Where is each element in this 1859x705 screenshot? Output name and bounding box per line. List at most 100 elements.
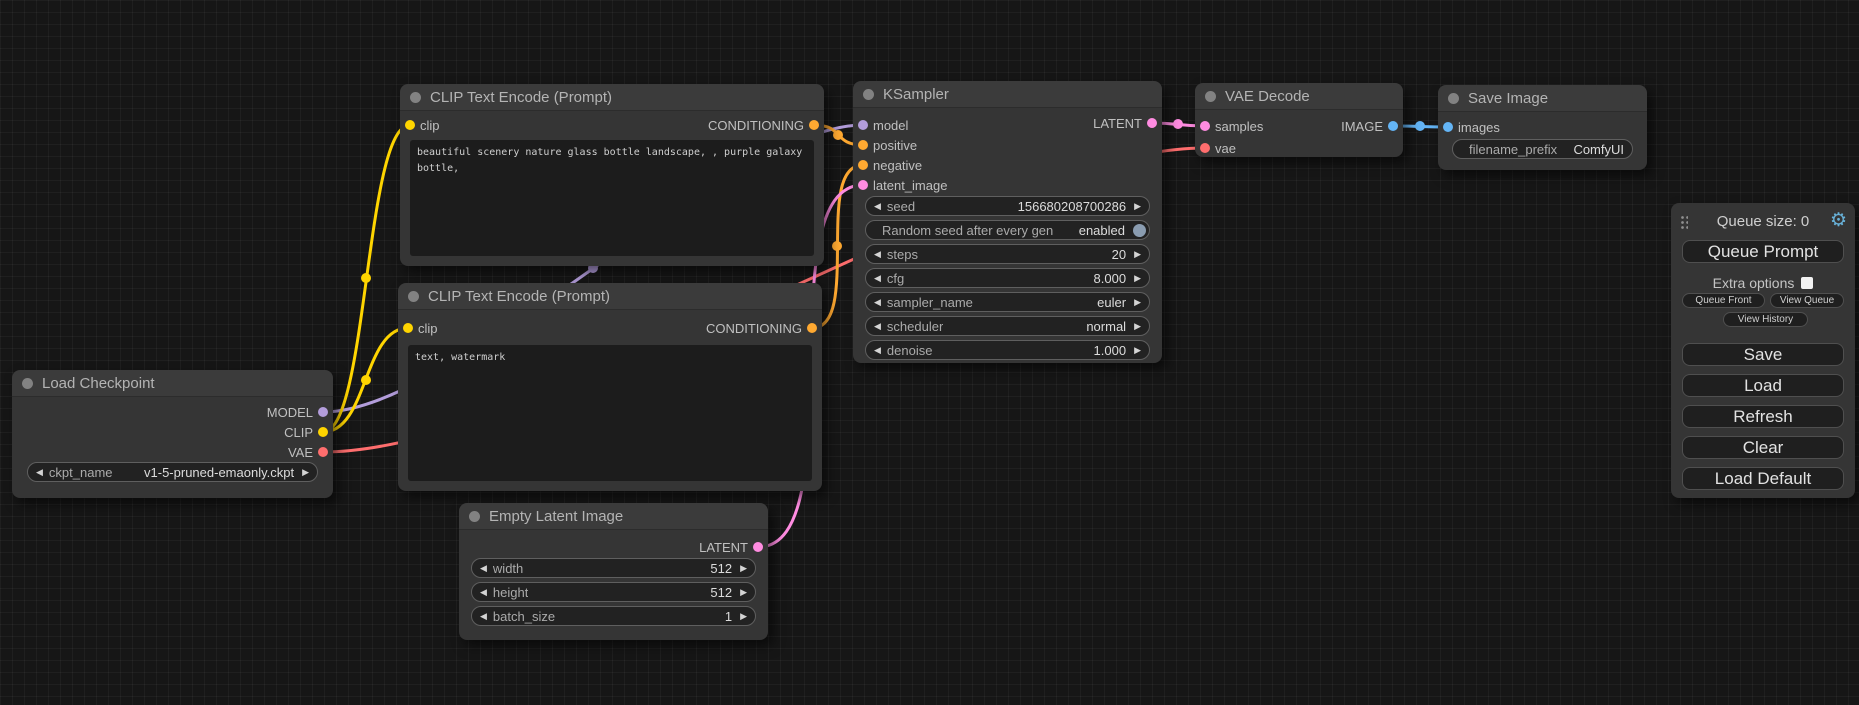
increment-arrow-icon[interactable]: ▶ <box>740 564 747 573</box>
clip-input-port-icon[interactable] <box>405 120 415 130</box>
collapse-dot-icon[interactable] <box>1448 93 1459 104</box>
decrement-arrow-icon[interactable]: ◀ <box>36 468 43 477</box>
settings-gear-icon[interactable]: ⚙ <box>1830 209 1847 232</box>
queue-prompt-button[interactable]: Queue Prompt <box>1682 240 1844 263</box>
widget-width[interactable]: ◀width512▶ <box>471 558 756 578</box>
input-slot-label: model <box>873 118 908 133</box>
node-title: Save Image <box>1468 90 1548 107</box>
images-input-port-icon[interactable] <box>1443 122 1453 132</box>
node-graph-canvas[interactable]: Load CheckpointMODELCLIPVAE◀ckpt_namev1-… <box>0 0 1859 705</box>
node-title-bar[interactable]: Save Image <box>1438 85 1647 112</box>
widget-height[interactable]: ◀height512▶ <box>471 582 756 602</box>
collapse-dot-icon[interactable] <box>410 92 421 103</box>
widget-filename-prefix[interactable]: filename_prefixComfyUI <box>1452 139 1633 159</box>
queue-front-button[interactable]: Queue Front <box>1682 293 1765 308</box>
latent_image-input-port-icon[interactable] <box>858 180 868 190</box>
decrement-arrow-icon[interactable]: ◀ <box>874 202 881 211</box>
increment-arrow-icon[interactable]: ▶ <box>1134 274 1141 283</box>
widget-ckpt-name[interactable]: ◀ckpt_namev1-5-pruned-emaonly.ckpt▶ <box>27 462 318 482</box>
increment-arrow-icon[interactable]: ▶ <box>1134 250 1141 259</box>
decrement-arrow-icon[interactable]: ◀ <box>480 612 487 621</box>
view-queue-button[interactable]: View Queue <box>1770 293 1844 308</box>
collapse-dot-icon[interactable] <box>469 511 480 522</box>
increment-arrow-icon[interactable]: ▶ <box>740 612 747 621</box>
prompt-text-area[interactable] <box>410 140 814 256</box>
increment-arrow-icon[interactable]: ▶ <box>1134 202 1141 211</box>
CONDITIONING-output-port-icon[interactable] <box>807 323 817 333</box>
load-button[interactable]: Load <box>1682 374 1844 397</box>
widget-batch-size[interactable]: ◀batch_size1▶ <box>471 606 756 626</box>
decrement-arrow-icon[interactable]: ◀ <box>874 346 881 355</box>
IMAGE-output-port-icon[interactable] <box>1388 121 1398 131</box>
widget-scheduler[interactable]: ◀schedulernormal▶ <box>865 316 1150 336</box>
toggle-knob-icon[interactable] <box>1133 224 1146 237</box>
queue-panel[interactable]: Queue size: 0 ⚙ Queue Prompt Extra optio… <box>1671 203 1855 498</box>
widget-value: 8.000 <box>1094 271 1127 286</box>
refresh-button[interactable]: Refresh <box>1682 405 1844 428</box>
clear-button[interactable]: Clear <box>1682 436 1844 459</box>
node-title-bar[interactable]: Empty Latent Image <box>459 503 768 530</box>
decrement-arrow-icon[interactable]: ◀ <box>480 564 487 573</box>
node-title-bar[interactable]: KSampler <box>853 81 1162 108</box>
collapse-dot-icon[interactable] <box>863 89 874 100</box>
widget-sampler-name[interactable]: ◀sampler_nameeuler▶ <box>865 292 1150 312</box>
save-button[interactable]: Save <box>1682 343 1844 366</box>
prompt-text-area[interactable] <box>408 345 812 481</box>
increment-arrow-icon[interactable]: ▶ <box>302 468 309 477</box>
increment-arrow-icon[interactable]: ▶ <box>740 588 747 597</box>
increment-arrow-icon[interactable]: ▶ <box>1134 298 1141 307</box>
collapse-dot-icon[interactable] <box>1205 91 1216 102</box>
link-midpoint-dot[interactable] <box>1415 121 1425 131</box>
view-history-button[interactable]: View History <box>1723 312 1808 327</box>
node-empty-latent[interactable]: Empty Latent ImageLATENT◀width512▶◀heigh… <box>459 503 768 640</box>
node-clip-encode-negative[interactable]: CLIP Text Encode (Prompt)clipCONDITIONIN… <box>398 283 822 491</box>
widget-cfg[interactable]: ◀cfg8.000▶ <box>865 268 1150 288</box>
queue-panel-header: Queue size: 0 ⚙ <box>1671 211 1855 235</box>
input-slot-label: positive <box>873 138 917 153</box>
collapse-dot-icon[interactable] <box>408 291 419 302</box>
model-input-port-icon[interactable] <box>858 120 868 130</box>
link-midpoint-dot[interactable] <box>361 375 371 385</box>
node-vae-decode[interactable]: VAE DecodesamplesvaeIMAGE <box>1195 83 1403 157</box>
decrement-arrow-icon[interactable]: ◀ <box>874 298 881 307</box>
widget-steps[interactable]: ◀steps20▶ <box>865 244 1150 264</box>
node-save-image[interactable]: Save Imageimagesfilename_prefixComfyUI <box>1438 85 1647 170</box>
node-clip-encode-positive[interactable]: CLIP Text Encode (Prompt)clipCONDITIONIN… <box>400 84 824 266</box>
extra-options-checkbox[interactable] <box>1801 277 1813 289</box>
decrement-arrow-icon[interactable]: ◀ <box>480 588 487 597</box>
node-ksampler[interactable]: KSamplermodelpositivenegativelatent_imag… <box>853 81 1162 363</box>
node-title-bar[interactable]: CLIP Text Encode (Prompt) <box>398 283 822 310</box>
increment-arrow-icon[interactable]: ▶ <box>1134 346 1141 355</box>
output-slot-VAE: VAE <box>288 443 333 461</box>
node-title-bar[interactable]: VAE Decode <box>1195 83 1403 110</box>
increment-arrow-icon[interactable]: ▶ <box>1134 322 1141 331</box>
decrement-arrow-icon[interactable]: ◀ <box>874 250 881 259</box>
link-midpoint-dot[interactable] <box>833 130 843 140</box>
CLIP-output-port-icon[interactable] <box>318 427 328 437</box>
decrement-arrow-icon[interactable]: ◀ <box>874 322 881 331</box>
link-midpoint-dot[interactable] <box>361 273 371 283</box>
queue-size-label: Queue size: 0 <box>1671 213 1855 230</box>
widget-seed[interactable]: ◀seed156680208700286▶ <box>865 196 1150 216</box>
positive-input-port-icon[interactable] <box>858 140 868 150</box>
node-load-checkpoint[interactable]: Load CheckpointMODELCLIPVAE◀ckpt_namev1-… <box>12 370 333 498</box>
LATENT-output-port-icon[interactable] <box>1147 118 1157 128</box>
negative-input-port-icon[interactable] <box>858 160 868 170</box>
input-slot-label: samples <box>1215 119 1263 134</box>
clip-input-port-icon[interactable] <box>403 323 413 333</box>
link-midpoint-dot[interactable] <box>1173 119 1183 129</box>
decrement-arrow-icon[interactable]: ◀ <box>874 274 881 283</box>
samples-input-port-icon[interactable] <box>1200 121 1210 131</box>
widget-denoise[interactable]: ◀denoise1.000▶ <box>865 340 1150 360</box>
LATENT-output-port-icon[interactable] <box>753 542 763 552</box>
load-default-button[interactable]: Load Default <box>1682 467 1844 490</box>
widget-random-seed-after-every-gen[interactable]: Random seed after every genenabled <box>865 220 1150 240</box>
vae-input-port-icon[interactable] <box>1200 143 1210 153</box>
CONDITIONING-output-port-icon[interactable] <box>809 120 819 130</box>
MODEL-output-port-icon[interactable] <box>318 407 328 417</box>
node-title-bar[interactable]: Load Checkpoint <box>12 370 333 397</box>
VAE-output-port-icon[interactable] <box>318 447 328 457</box>
collapse-dot-icon[interactable] <box>22 378 33 389</box>
link-midpoint-dot[interactable] <box>832 241 842 251</box>
node-title-bar[interactable]: CLIP Text Encode (Prompt) <box>400 84 824 111</box>
